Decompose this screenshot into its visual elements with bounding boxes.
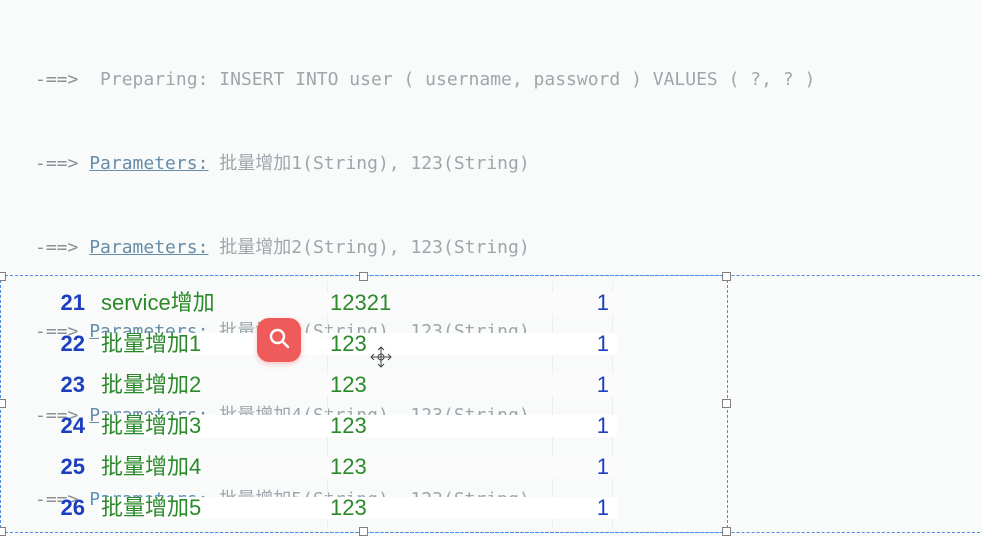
- cell-name: 批量增加3: [99, 415, 328, 437]
- table-row[interactable]: 23 批量增加2 123 1: [35, 364, 617, 405]
- cell-last: 1: [555, 374, 617, 396]
- log-param-value: 批量增加2(String), 123(String): [219, 237, 529, 258]
- cell-id: 22: [35, 333, 99, 355]
- cell-name: 批量增加5: [99, 497, 328, 519]
- cell-id: 25: [35, 456, 99, 478]
- log-arrow: -==>: [35, 153, 78, 174]
- search-button[interactable]: [257, 318, 301, 362]
- cell-id: 24: [35, 415, 99, 437]
- log-param-value: 批量增加1(String), 123(String): [219, 153, 529, 174]
- cell-name: service增加: [99, 292, 328, 314]
- table-row[interactable]: 25 批量增加4 123 1: [35, 446, 617, 487]
- table-row[interactable]: 21 service增加 12321 1: [35, 282, 617, 323]
- log-arrow: -==>: [35, 237, 78, 258]
- cell-id: 23: [35, 374, 99, 396]
- cell-last: 1: [555, 292, 617, 314]
- log-param-label[interactable]: Parameters:: [89, 237, 208, 258]
- log-preparing-line: -==> Preparing: INSERT INTO user ( usern…: [35, 66, 974, 94]
- result-table: 21 service增加 12321 1 22 批量增加1 123 1 23 批…: [35, 282, 617, 528]
- cell-name: 批量增加2: [99, 374, 328, 396]
- cell-name: 批量增加4: [99, 456, 328, 478]
- cell-value: 123: [328, 497, 555, 519]
- cell-last: 1: [555, 415, 617, 437]
- table-row[interactable]: 24 批量增加3 123 1: [35, 405, 617, 446]
- cell-id: 26: [35, 497, 99, 519]
- cell-last: 1: [555, 497, 617, 519]
- log-param-label[interactable]: Parameters:: [89, 153, 208, 174]
- table-row[interactable]: 22 批量增加1 123 1: [35, 323, 617, 364]
- search-icon: [267, 326, 291, 355]
- cell-last: 1: [555, 333, 617, 355]
- log-param-line: -==> Parameters: 批量增加2(String), 123(Stri…: [35, 234, 974, 262]
- cell-value: 123: [328, 333, 555, 355]
- table-row[interactable]: 26 批量增加5 123 1: [35, 487, 617, 528]
- cell-id: 21: [35, 292, 99, 314]
- cell-value: 123: [328, 374, 555, 396]
- cell-value: 12321: [328, 292, 555, 314]
- log-param-line: -==> Parameters: 批量增加1(String), 123(Stri…: [35, 150, 974, 178]
- cell-value: 123: [328, 456, 555, 478]
- log-preparing-sql: INSERT INTO user ( username, password ) …: [219, 69, 815, 90]
- log-arrow: -==>: [35, 69, 78, 90]
- log-preparing-label: Preparing:: [100, 69, 208, 90]
- cell-last: 1: [555, 456, 617, 478]
- cell-value: 123: [328, 415, 555, 437]
